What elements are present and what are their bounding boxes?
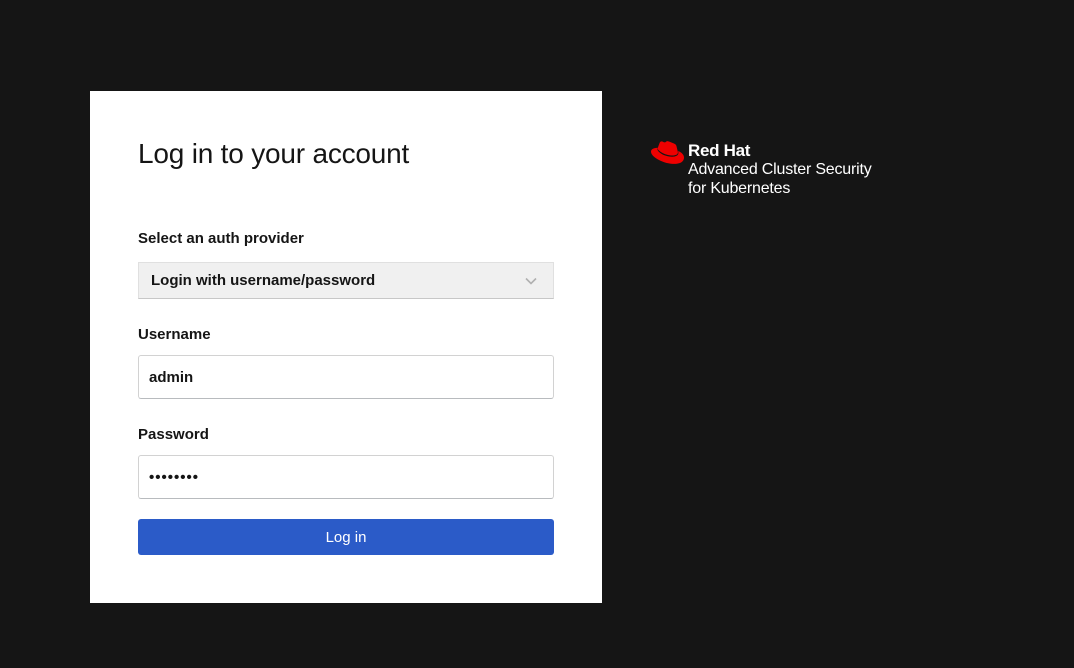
page-title: Log in to your account xyxy=(138,138,410,169)
brand-product-subtitle: for Kubernetes xyxy=(688,180,791,197)
login-page: Log in to your account Select an auth pr… xyxy=(0,0,1074,668)
brand-company-name: Red Hat xyxy=(688,141,751,160)
login-button[interactable]: Log in xyxy=(138,519,554,555)
login-card: Log in to your account Select an auth pr… xyxy=(90,91,602,603)
password-label: Password xyxy=(138,426,209,443)
auth-provider-selected-value: Login with username/password xyxy=(151,272,376,289)
brand-product-name: Advanced Cluster Security xyxy=(688,161,872,178)
username-input[interactable] xyxy=(138,355,554,399)
auth-provider-select[interactable]: Login with username/password xyxy=(138,262,554,299)
auth-provider-label: Select an auth provider xyxy=(138,230,304,247)
username-label: Username xyxy=(138,326,211,343)
password-input[interactable] xyxy=(138,455,554,499)
chevron-down-icon xyxy=(523,273,539,289)
product-logo: Red Hat Advanced Cluster Security for Ku… xyxy=(650,140,920,200)
red-hat-fedora-icon xyxy=(650,140,684,171)
